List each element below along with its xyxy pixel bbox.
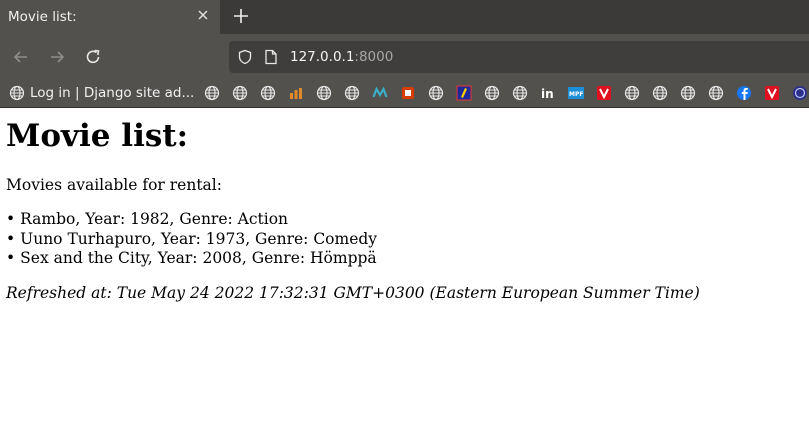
list-item: Rambo, Year: 1982, Genre: Action [6, 210, 377, 230]
list-item: Sex and the City, Year: 2008, Genre: Höm… [6, 249, 377, 269]
page-content: Movie list: Movies available for rental:… [0, 108, 809, 427]
bookmark-label: Log in | Django site ad... [30, 85, 195, 101]
circle-logo-icon[interactable] [792, 85, 808, 101]
globe-icon[interactable] [428, 85, 444, 101]
linkedin-icon[interactable]: in [540, 85, 556, 101]
nav-bar: 127.0.0.1:8000 [0, 34, 809, 79]
new-tab-icon[interactable] [231, 6, 251, 26]
v-red-icon[interactable] [596, 85, 612, 101]
page-icon[interactable] [264, 49, 278, 65]
globe-icon[interactable] [316, 85, 332, 101]
globe-icon[interactable] [260, 85, 276, 101]
back-arrow-icon[interactable] [12, 48, 30, 66]
globe-icon[interactable] [512, 85, 528, 101]
globe-icon[interactable] [624, 85, 640, 101]
refreshed-text: Refreshed at: Tue May 24 2022 17:32:31 G… [6, 284, 700, 302]
url-bar[interactable]: 127.0.0.1:8000 [229, 41, 809, 73]
globe-icon[interactable] [204, 85, 220, 101]
globe-icon[interactable] [708, 85, 724, 101]
list-item: Uuno Turhapuro, Year: 1973, Genre: Comed… [6, 230, 377, 250]
bookmarks-bar: Log in | Django site ad... in MPF [0, 79, 809, 108]
tab-strip: Movie list: [0, 0, 809, 34]
svg-text:MPF: MPF [569, 91, 583, 98]
tab-movie-list[interactable]: Movie list: [0, 0, 220, 34]
globe-icon[interactable] [232, 85, 248, 101]
globe-icon[interactable] [344, 85, 360, 101]
bookmark-django-login[interactable]: Log in | Django site ad... [9, 79, 194, 107]
bars-icon[interactable] [288, 85, 304, 101]
url-text[interactable]: 127.0.0.1:8000 [290, 49, 393, 65]
reload-icon[interactable] [84, 48, 102, 66]
globe-icon[interactable] [680, 85, 696, 101]
forward-arrow-icon[interactable] [48, 48, 66, 66]
movie-list: Rambo, Year: 1982, Genre: Action Uuno Tu… [6, 210, 377, 269]
svg-text:in: in [541, 87, 554, 101]
facebook-icon[interactable] [736, 85, 752, 101]
globe-icon[interactable] [652, 85, 668, 101]
blue-square-icon[interactable] [456, 85, 472, 101]
page-title: Movie list: [6, 118, 189, 154]
tab-title: Movie list: [8, 9, 77, 25]
close-icon[interactable] [196, 8, 210, 22]
m-logo-icon[interactable] [372, 85, 388, 101]
intro-text: Movies available for rental: [6, 176, 222, 194]
mpf-icon[interactable]: MPF [568, 85, 584, 101]
globe-icon [9, 85, 25, 101]
v-red-icon[interactable] [764, 85, 780, 101]
office-icon[interactable] [400, 85, 416, 101]
shield-icon[interactable] [237, 49, 253, 65]
globe-icon[interactable] [484, 85, 500, 101]
